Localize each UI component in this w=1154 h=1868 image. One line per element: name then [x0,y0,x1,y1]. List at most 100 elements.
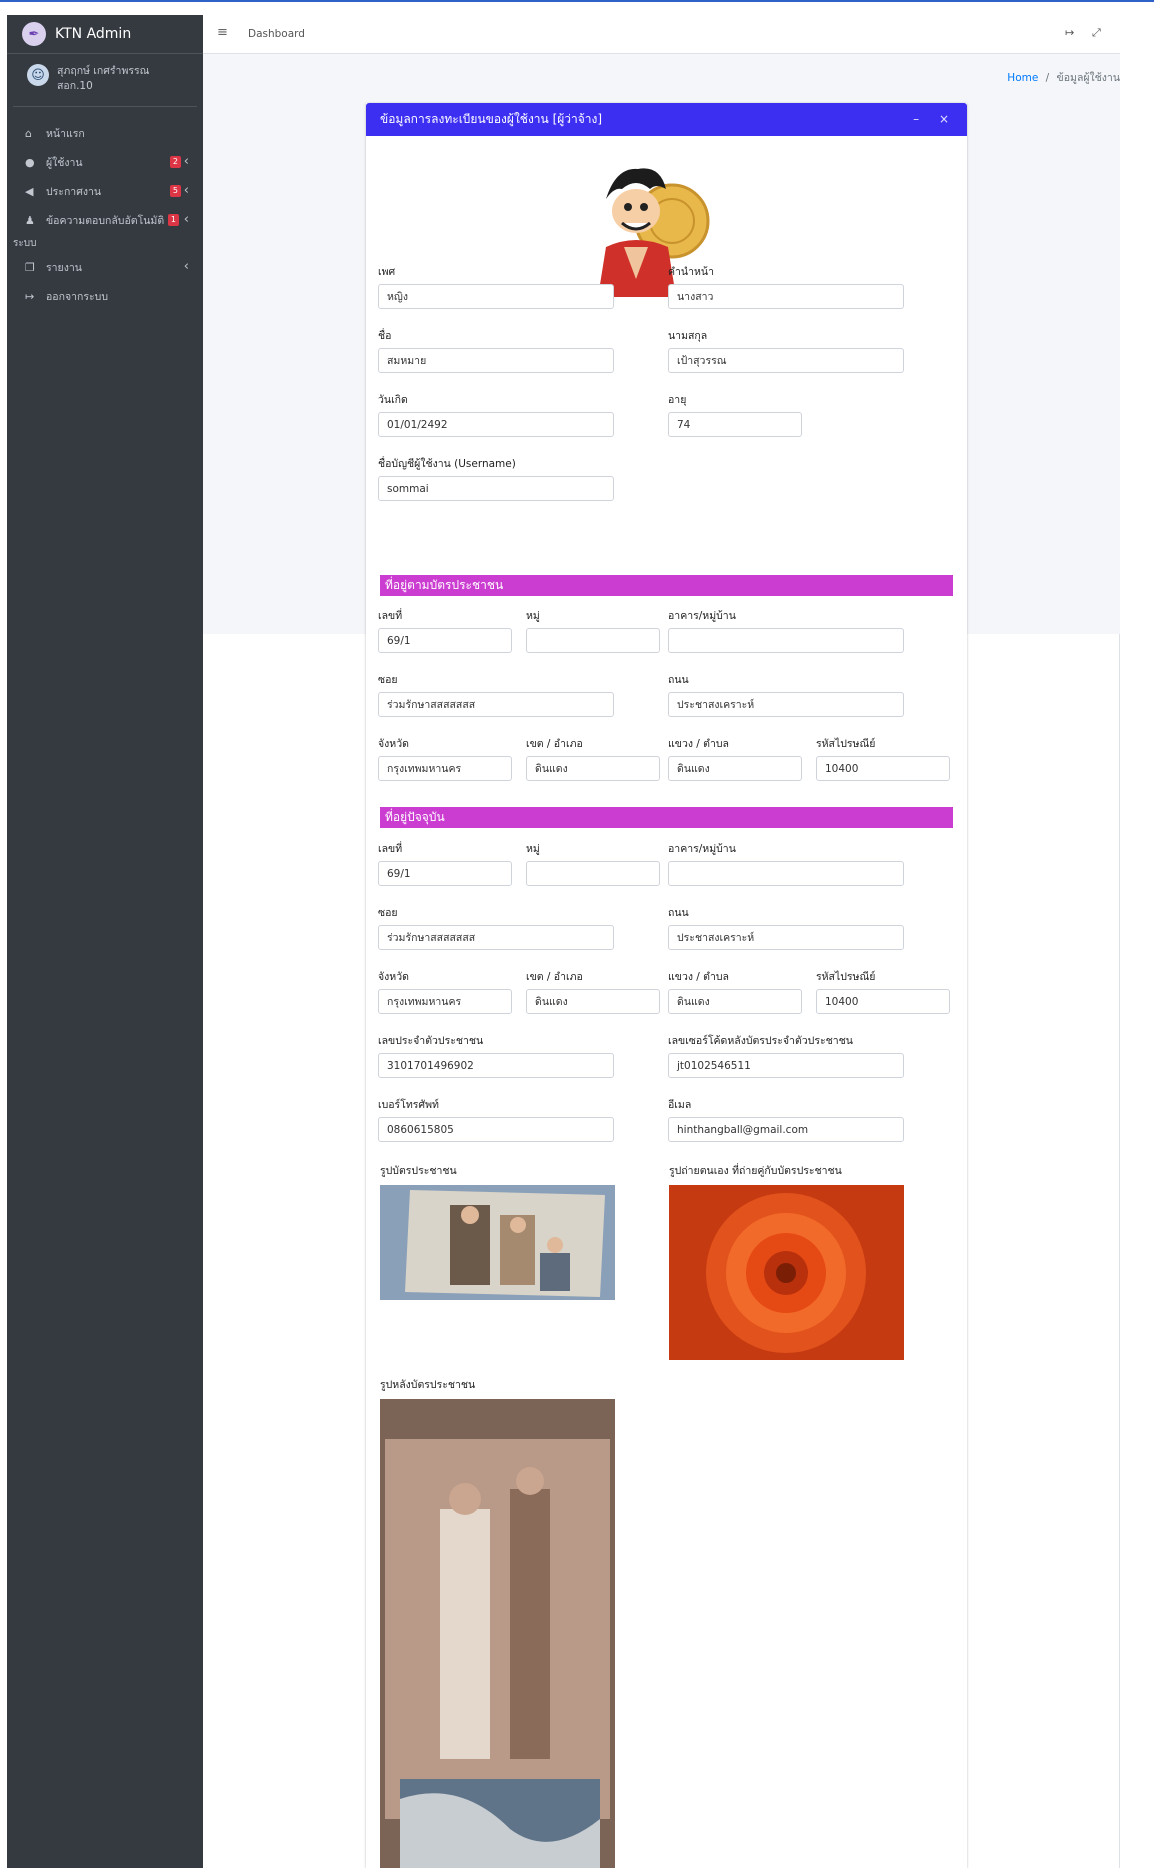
now-subdistrict-input[interactable]: ดินแดง [668,989,802,1014]
card-road-label: ถนน [668,674,689,686]
now-district-label: เขต / อำเภอ [526,971,583,983]
card-moo-input[interactable] [526,628,660,653]
now-zip-field: รหัสไปรษณีย์ 10400 [816,968,950,1014]
firstname-input[interactable]: สมหมาย [378,348,614,373]
copy-icon: ❐ [25,261,35,274]
age-input[interactable]: 74 [668,412,802,437]
logout-icon[interactable]: ↦ [1065,26,1074,39]
sidebar-item-label: ผู้ใช้งาน [46,157,83,169]
laser-code-label: เลขเซอร์โค้ดหลังบัตรประจำตัวประชาชน [668,1035,853,1047]
username-label: ชื่อบัญชีผู้ใช้งาน (Username) [378,458,516,470]
chevron-left-icon: ‹ [183,154,189,169]
now-soi-input[interactable]: ร่วมรักษาสสสสสสส [378,925,614,950]
sidebar-item-label: ประกาศงาน [46,186,102,198]
card-road-input[interactable]: ประชาสงเคราะห์ [668,692,904,717]
menu-toggle-icon[interactable]: ≡ [217,25,228,40]
sidebar-item-users[interactable]: ● ผู้ใช้งาน 2 ‹ [7,148,203,177]
firstname-label: ชื่อ [378,330,392,342]
now-province-input[interactable]: กรุงเทพมหานคร [378,989,512,1014]
card-province-field: จังหวัด กรุงเทพมหานคร [378,735,512,781]
breadcrumb: Home / ข้อมูลผู้ใช้งาน [1007,69,1120,86]
now-road-input[interactable]: ประชาสงเคราะห์ [668,925,904,950]
now-no-field: เลขที่ 69/1 [378,840,512,886]
lastname-label: นามสกุล [668,330,708,342]
laser-code-input[interactable]: jt0102546511 [668,1053,904,1078]
firstname-field: ชื่อ สมหมาย [378,327,614,373]
card-district-input[interactable]: ดินแดง [526,756,660,781]
card-zip-input[interactable]: 10400 [816,756,950,781]
now-subdistrict-label: แขวง / ตำบล [668,971,729,983]
idcard-back-photo-label: รูปหลังบัตรประชาชน [380,1379,476,1391]
now-zip-input[interactable]: 10400 [816,989,950,1014]
email-input[interactable]: hinthangball@gmail.com [668,1117,904,1142]
card-soi-input[interactable]: ร่วมรักษาสสสสสสส [378,692,614,717]
card-no-label: เลขที่ [378,610,403,622]
now-moo-input[interactable] [526,861,660,886]
sidebar-item-home[interactable]: ⌂ หน้าแรก [7,119,203,148]
brand[interactable]: ✒ KTN Admin [7,15,203,54]
now-building-label: อาคาร/หมู่บ้าน [668,843,736,855]
now-district-input[interactable]: ดินแดง [526,989,660,1014]
now-province-field: จังหวัด กรุงเทพมหานคร [378,968,512,1014]
breadcrumb-home[interactable]: Home [1007,72,1038,84]
phone-field: เบอร์โทรศัพท์ 0860615805 [378,1096,614,1142]
phone-input[interactable]: 0860615805 [378,1117,614,1142]
now-no-input[interactable]: 69/1 [378,861,512,886]
card-subdistrict-input[interactable]: ดินแดง [668,756,802,781]
sidebar-item-label: ข้อความตอบกลับอัตโนมัติ [46,215,165,227]
user-circle-icon: ● [25,156,35,169]
brand-logo-icon: ✒ [22,22,46,46]
content-divider [1119,634,1120,1868]
user-panel[interactable]: ☺ สุภฤกษ์ เกศรำพรรณ สอก.10 [13,54,197,107]
card-district-field: เขต / อำเภอ ดินแดง [526,735,660,781]
sidebar-item-report[interactable]: ❐ รายงาน ‹ [7,253,203,282]
card-zip-field: รหัสไปรษณีย์ 10400 [816,735,950,781]
sidebar-item-feedback[interactable]: ♟ ข้อความตอบกลับอัตโนมัติ 1 ‹ [7,206,203,235]
card-tools[interactable]: – × [913,112,957,126]
card-no-input[interactable]: 69/1 [378,628,512,653]
section-idcard-address: ที่อยู่ตามบัตรประชาชน [380,575,953,596]
chevron-left-icon: ‹ [183,212,189,227]
email-label: อีเมล [668,1099,692,1111]
card-zip-label: รหัสไปรษณีย์ [816,738,876,750]
username-input[interactable]: sommai [378,476,614,501]
registration-card: ข้อมูลการลงทะเบียนของผู้ใช้งาน [ผู้ว่าจ้… [366,103,967,1868]
chevron-left-icon: ‹ [183,259,189,274]
phone-label: เบอร์โทรศัพท์ [378,1099,439,1111]
idcard-number-input[interactable]: 3101701496902 [378,1053,614,1078]
sidebar-item-logout[interactable]: ↦ ออกจากระบบ [7,282,203,311]
fullscreen-icon[interactable]: ⤢ [1092,26,1101,40]
gender-input[interactable]: หญิง [378,284,614,309]
idcard-number-label: เลขประจำตัวประชาชน [378,1035,484,1047]
card-building-input[interactable] [668,628,904,653]
sidebar-section-header: ระบบ [13,238,37,249]
bullhorn-icon: ◀ [25,185,34,198]
now-building-input[interactable] [668,861,904,886]
now-zip-label: รหัสไปรษณีย์ [816,971,876,983]
users-count-badge: 2 [169,156,181,168]
sidebar-item-label: ออกจากระบบ [46,291,108,303]
sidebar: ✒ KTN Admin ☺ สุภฤกษ์ เกศรำพรรณ สอก.10 ⌂… [7,15,203,1868]
now-no-label: เลขที่ [378,843,403,855]
user-name-line2: สอก.10 [57,80,93,92]
email-field: อีเมล hinthangball@gmail.com [668,1096,904,1142]
card-soi-label: ซอย [378,674,398,686]
now-district-field: เขต / อำเภอ ดินแดง [526,968,660,1014]
idcard-number-field: เลขประจำตัวประชาชน 3101701496902 [378,1032,614,1078]
dashboard-link[interactable]: Dashboard [248,28,305,40]
lastname-input[interactable]: เป้าสุวรรณ [668,348,904,373]
prefix-field: คำนำหน้า นางสาว [668,263,904,309]
prefix-input[interactable]: นางสาว [668,284,904,309]
feedback-count-badge: 1 [167,214,179,226]
user-name-line1: สุภฤกษ์ เกศรำพรรณ [57,65,150,77]
card-moo-field: หมู่ [526,607,660,653]
sidebar-item-announce[interactable]: ◀ ประกาศงาน 5 ‹ [7,177,203,206]
announce-count-badge: 5 [169,185,181,197]
sidebar-item-label: หน้าแรก [46,128,85,140]
birthdate-label: วันเกิด [378,394,408,406]
card-province-input[interactable]: กรุงเทพมหานคร [378,756,512,781]
birthdate-input[interactable]: 01/01/2492 [378,412,614,437]
idcard-photo [380,1185,615,1300]
card-building-field: อาคาร/หมู่บ้าน [668,607,904,653]
age-field: อายุ 74 [668,391,802,437]
